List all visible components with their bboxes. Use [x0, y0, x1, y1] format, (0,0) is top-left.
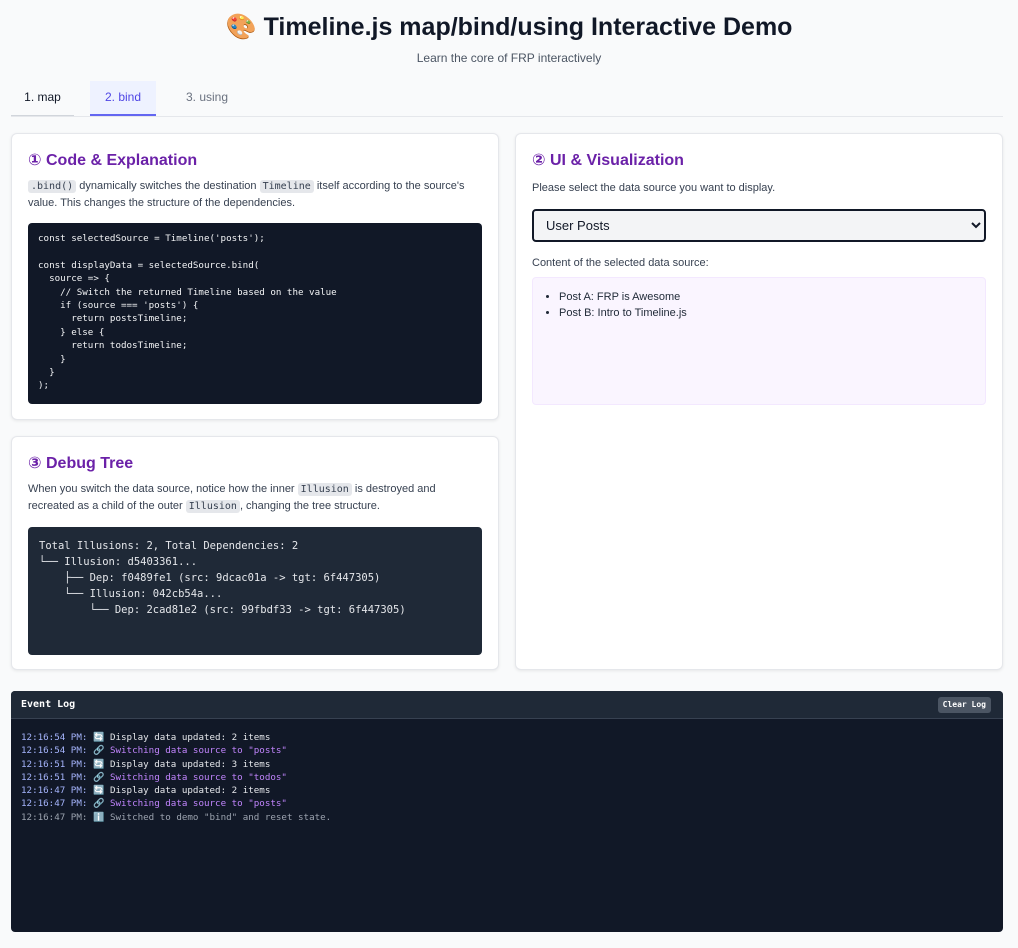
link-icon: 🔗 — [92, 771, 105, 783]
tab-bind[interactable]: 2. bind — [90, 81, 156, 116]
page-subtitle: Learn the core of FRP interactively — [416, 51, 602, 65]
log-message: Switching data source to "posts" — [109, 798, 287, 810]
log-message: Switched to demo "bind" and reset state. — [109, 811, 332, 823]
link-icon: 🔗 — [92, 798, 105, 810]
content-list: Post A: FRP is Awesome Post B: Intro to … — [559, 289, 975, 321]
log-entry: 12:16:54 PM: 🔄 Display data updated: 2 i… — [21, 731, 993, 744]
info-icon: ℹ️ — [92, 811, 105, 823]
code-card-title: ① Code & Explanation — [28, 152, 198, 169]
refresh-icon: 🔄 — [92, 732, 105, 743]
ui-card-title: ② UI & Visualization — [532, 152, 684, 169]
link-icon: 🔗 — [92, 745, 105, 757]
list-item: Post B: Intro to Timeline.js — [559, 305, 975, 321]
log-message: Switching data source to "todos" — [109, 771, 287, 783]
refresh-icon: 🔄 — [92, 785, 105, 797]
log-time: 12:16:54 PM: — [21, 745, 88, 757]
page-title: 🎨 Timeline.js map/bind/using Interactive… — [225, 13, 793, 41]
debug-tree-output: Total Illusions: 2, Total Dependencies: … — [28, 527, 482, 655]
code-snippet: const selectedSource = Timeline('posts')… — [28, 223, 482, 404]
debug-card-description: When you switch the data source, notice … — [28, 481, 482, 515]
log-entry: 12:16:47 PM: 🔄 Display data updated: 2 i… — [21, 784, 993, 797]
debug-tree-card: ③ Debug Tree When you switch the data so… — [11, 436, 499, 670]
code-card-description: .bind() dynamically switches the destina… — [28, 178, 482, 211]
event-log-header: Event Log Clear Log — [11, 691, 1003, 719]
event-log-lines: 12:16:54 PM: 🔄 Display data updated: 2 i… — [11, 719, 1003, 836]
log-time: 12:16:47 PM: — [21, 798, 88, 810]
inline-code: .bind() — [28, 180, 77, 193]
log-entry: 12:16:47 PM: ℹ️ Switched to demo "bind" … — [21, 811, 993, 824]
event-log: Event Log Clear Log 12:16:54 PM: 🔄 Displ… — [11, 691, 1003, 932]
event-log-title: Event Log — [21, 699, 76, 710]
log-time: 12:16:51 PM: — [21, 758, 88, 770]
log-entry: 12:16:54 PM: 🔗 Switching data source to … — [21, 744, 993, 757]
clear-log-button[interactable]: Clear Log — [937, 697, 991, 713]
log-time: 12:16:51 PM: — [21, 771, 88, 783]
log-time: 12:16:54 PM: — [21, 732, 88, 743]
description-text: When you switch the data source, notice … — [28, 483, 298, 495]
content-box: Post A: FRP is Awesome Post B: Intro to … — [532, 277, 986, 405]
refresh-icon: 🔄 — [92, 758, 105, 770]
log-message: Display data updated: 3 items — [109, 758, 271, 770]
log-time: 12:16:47 PM: — [21, 785, 88, 797]
data-source-select[interactable]: User Posts — [532, 209, 986, 242]
inline-code: Illusion — [297, 483, 352, 496]
log-entry: 12:16:51 PM: 🔄 Display data updated: 3 i… — [21, 758, 993, 771]
description-text: dynamically switches the destination — [76, 180, 260, 192]
content-label: Content of the selected data source: — [532, 257, 709, 269]
inline-code: Timeline — [259, 180, 314, 193]
tab-map[interactable]: 1. map — [11, 81, 74, 116]
log-entry: 12:16:51 PM: 🔗 Switching data source to … — [21, 771, 993, 784]
debug-card-title: ③ Debug Tree — [28, 455, 134, 472]
ui-visualization-card: ② UI & Visualization Please select the d… — [515, 133, 1003, 670]
select-prompt: Please select the data source you want t… — [532, 182, 776, 194]
page-header: 🎨 Timeline.js map/bind/using Interactive… — [0, 0, 1018, 65]
inline-code: Illusion — [185, 500, 240, 513]
demo-tabs: 1. map 2. bind 3. using — [11, 81, 1003, 117]
description-text: , changing the tree structure. — [239, 500, 380, 512]
log-time: 12:16:47 PM: — [21, 811, 88, 823]
log-message: Display data updated: 2 items — [109, 732, 271, 743]
tab-using[interactable]: 3. using — [171, 81, 243, 116]
code-explanation-card: ① Code & Explanation .bind() dynamically… — [11, 133, 499, 420]
log-message: Switching data source to "posts" — [109, 745, 287, 757]
log-entry: 12:16:47 PM: 🔗 Switching data source to … — [21, 797, 993, 810]
log-message: Display data updated: 2 items — [109, 785, 271, 797]
list-item: Post A: FRP is Awesome — [559, 289, 975, 305]
